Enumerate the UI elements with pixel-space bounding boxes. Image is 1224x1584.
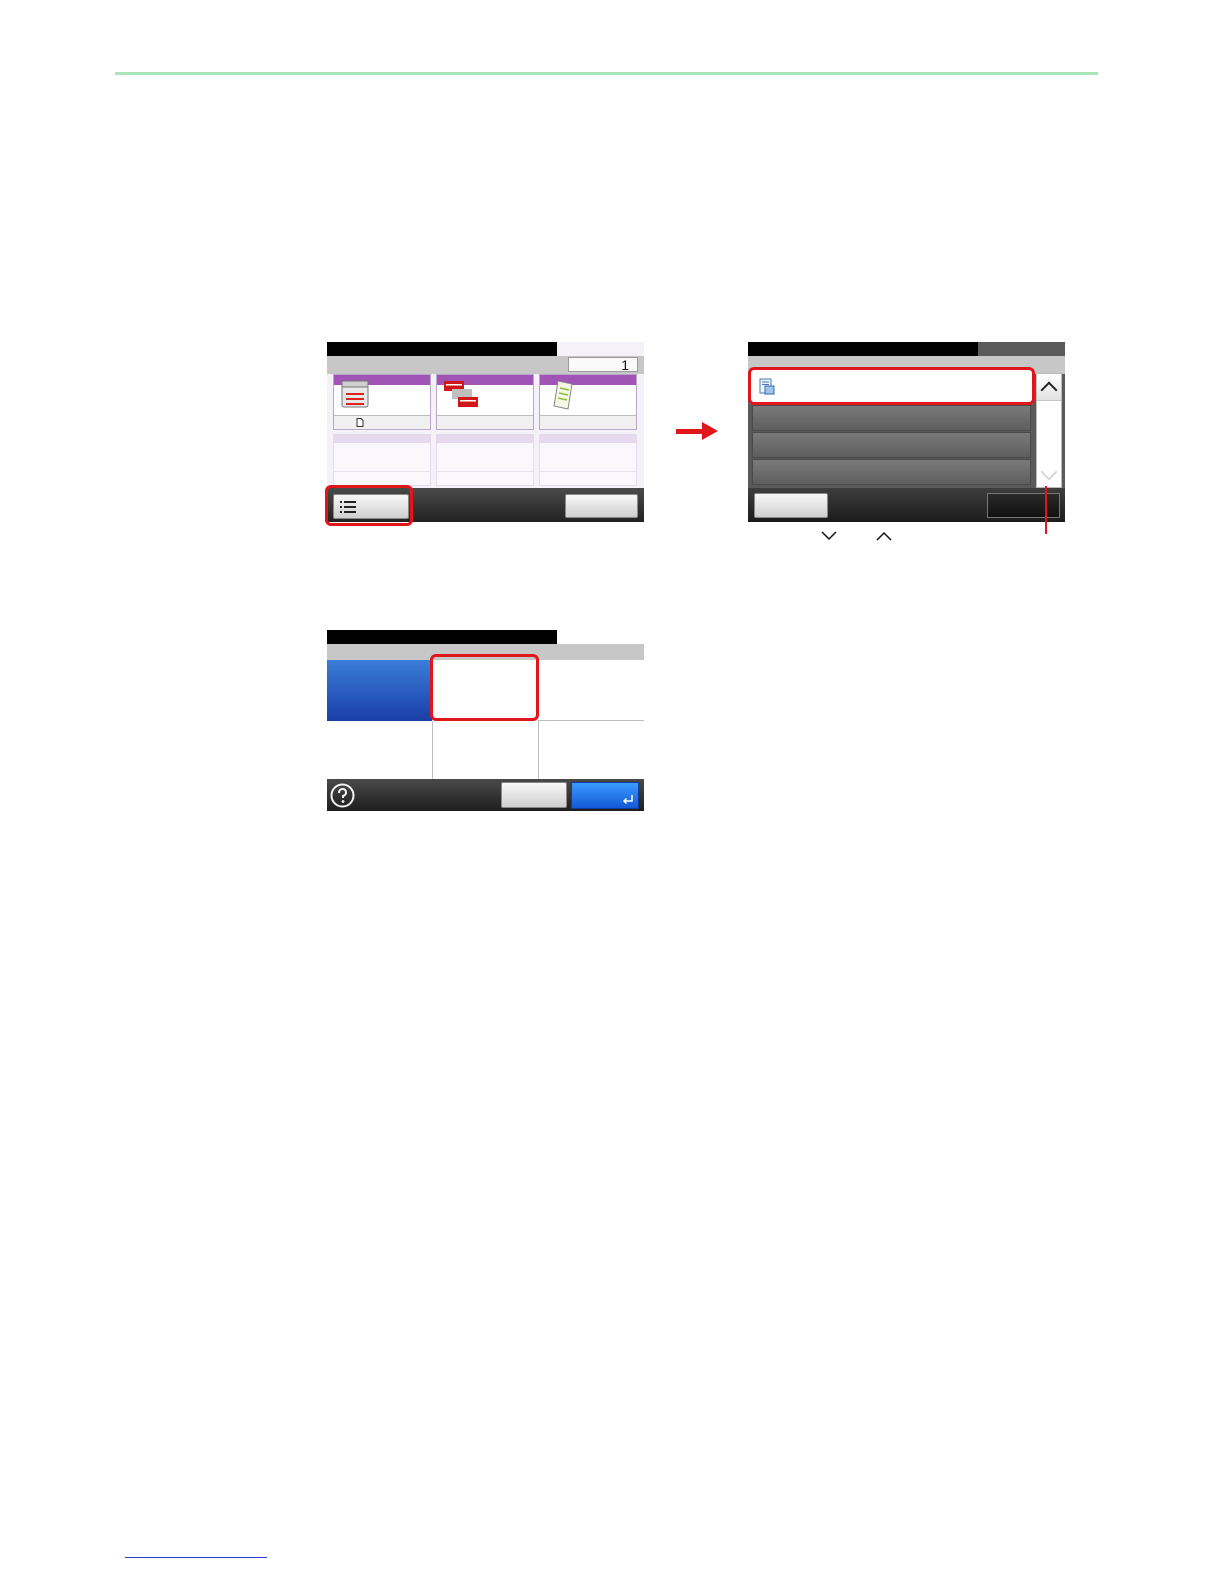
divider (538, 721, 539, 779)
option-4[interactable] (327, 722, 432, 779)
option-3[interactable] (538, 660, 644, 721)
option-selected[interactable] (327, 660, 432, 721)
chevron-up-icon (876, 531, 892, 541)
list-item[interactable] (752, 405, 1031, 431)
cancel-button[interactable] (501, 782, 567, 808)
footer-link[interactable] (125, 1557, 267, 1558)
ok-button[interactable] (571, 782, 639, 809)
callout-line (1045, 486, 1047, 534)
back-button[interactable] (754, 493, 828, 518)
divider (538, 720, 644, 721)
list-item[interactable] (752, 432, 1031, 458)
highlight-option (430, 654, 539, 721)
document-icon (553, 380, 573, 410)
scrollbar[interactable] (1036, 373, 1062, 488)
step-arrow-shaft (676, 429, 704, 434)
highlight-list-view (325, 485, 413, 526)
header-rule (115, 72, 1098, 75)
paper-icon (356, 418, 364, 427)
page-counter: 1 (568, 357, 638, 373)
list-item[interactable] (752, 459, 1031, 485)
enter-icon (622, 795, 633, 805)
scroll-down-button[interactable] (1037, 462, 1061, 487)
step-arrow-icon (702, 422, 718, 440)
scroll-down-icon (1040, 463, 1058, 481)
program-slot-6[interactable] (539, 434, 637, 486)
program-tile-3[interactable] (539, 374, 637, 430)
program-tile-2[interactable] (436, 374, 534, 430)
highlight-selected-row (748, 367, 1035, 405)
screen-title-bar (327, 342, 557, 356)
screen-title-bar (327, 630, 557, 644)
close-button[interactable] (987, 493, 1060, 518)
chevron-down-icon (821, 531, 837, 541)
screen-title-bar (748, 342, 978, 356)
copier-icon (341, 380, 369, 408)
scroll-up-button[interactable] (1037, 374, 1061, 401)
scroll-up-icon (1040, 381, 1058, 399)
program-slot-4[interactable] (333, 434, 431, 486)
collate-icon (444, 381, 478, 407)
program-tile-1[interactable] (333, 374, 431, 430)
program-slot-5[interactable] (436, 434, 534, 486)
divider (432, 721, 433, 779)
help-icon[interactable] (330, 783, 355, 808)
close-button[interactable] (565, 494, 638, 518)
